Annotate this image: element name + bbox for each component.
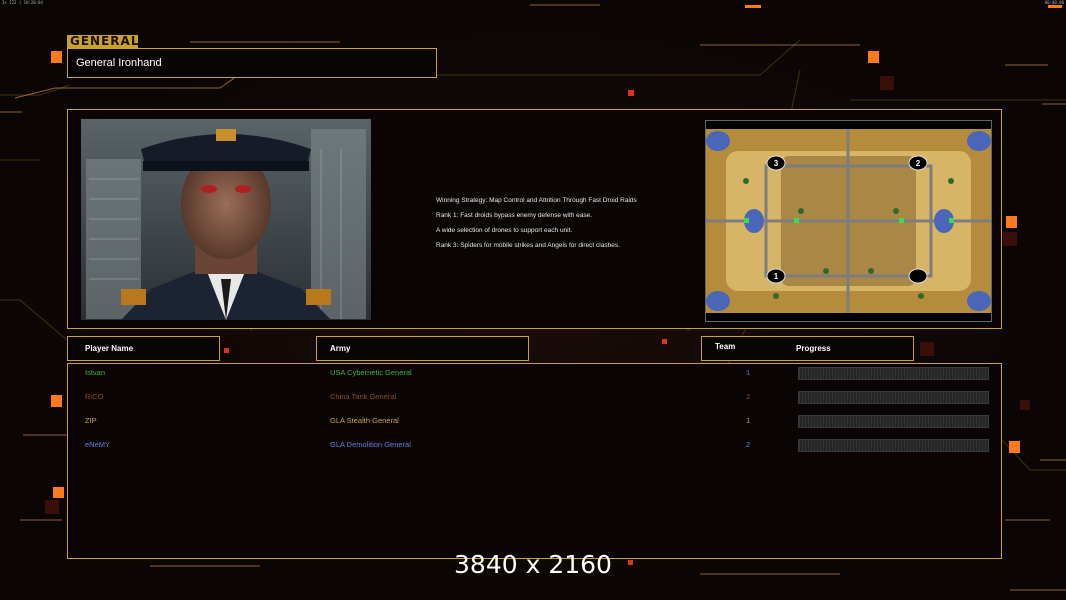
header-team-progress[interactable]: Team Progress (701, 336, 914, 361)
player-row[interactable]: RiCO China Tank General 2 (68, 390, 1001, 404)
player-name: eNeMY (85, 440, 111, 449)
player-team: 1 (746, 416, 751, 425)
player-team: 2 (746, 440, 751, 449)
player-row[interactable]: ZIP GLA Stealth General 1 (68, 414, 1001, 428)
header-player-label: Player Name (85, 344, 134, 353)
header-army-label: Army (330, 344, 351, 353)
general-portrait (81, 119, 371, 320)
strategy-line: Rank 1: Fast droids bypass enemy defense… (436, 212, 593, 219)
player-army: USA Cybernetic General (330, 368, 412, 377)
section-label: GENERAL (67, 35, 138, 48)
header-progress-label: Progress (796, 344, 831, 353)
player-list: Istvan USA Cybernetic General 1 RiCO Chi… (67, 363, 1002, 559)
header-army[interactable]: Army (316, 336, 529, 361)
strategy-line: A wide selection of drones to support ea… (436, 227, 573, 234)
spawn-label: 2 (916, 159, 921, 168)
spawn-label: 1 (774, 272, 779, 281)
player-progress-bar (798, 415, 989, 428)
minimap[interactable]: 3 2 1 (705, 120, 992, 322)
strategy-text: Winning Strategy: Map Control and Attrit… (436, 193, 637, 253)
player-progress-bar (798, 367, 989, 380)
player-name: Istvan (85, 368, 106, 377)
player-row[interactable]: Istvan USA Cybernetic General 1 (68, 366, 1001, 380)
player-army: China Tank General (330, 392, 397, 401)
player-team: 1 (746, 368, 751, 377)
player-name: RiCO (85, 392, 104, 401)
general-info-panel: Winning Strategy: Map Control and Attrit… (67, 109, 1002, 329)
header-player-name[interactable]: Player Name (67, 336, 220, 361)
resolution-label: 3840 x 2160 (454, 550, 612, 579)
player-army: GLA Stealth General (330, 416, 399, 425)
general-name-panel: General Ironhand (67, 48, 437, 78)
strategy-line: Rank 3: Spiders for mobile strikes and A… (436, 242, 620, 249)
status-text-right: 00:00:00 (1044, 0, 1064, 5)
status-text-left: 3× 122 | 10:20:84 (2, 0, 43, 5)
player-army: GLA Demolition General (330, 440, 411, 449)
strategy-line: Winning Strategy: Map Control and Attrit… (436, 197, 637, 204)
player-progress-bar (798, 439, 989, 452)
player-row[interactable]: eNeMY GLA Demolition General 2 (68, 438, 1001, 452)
player-name: ZIP (85, 416, 97, 425)
general-name: General Ironhand (76, 57, 162, 69)
spawn-label: 3 (774, 159, 779, 168)
header-team-label: Team (715, 342, 736, 351)
player-progress-bar (798, 391, 989, 404)
player-team: 2 (746, 392, 751, 401)
